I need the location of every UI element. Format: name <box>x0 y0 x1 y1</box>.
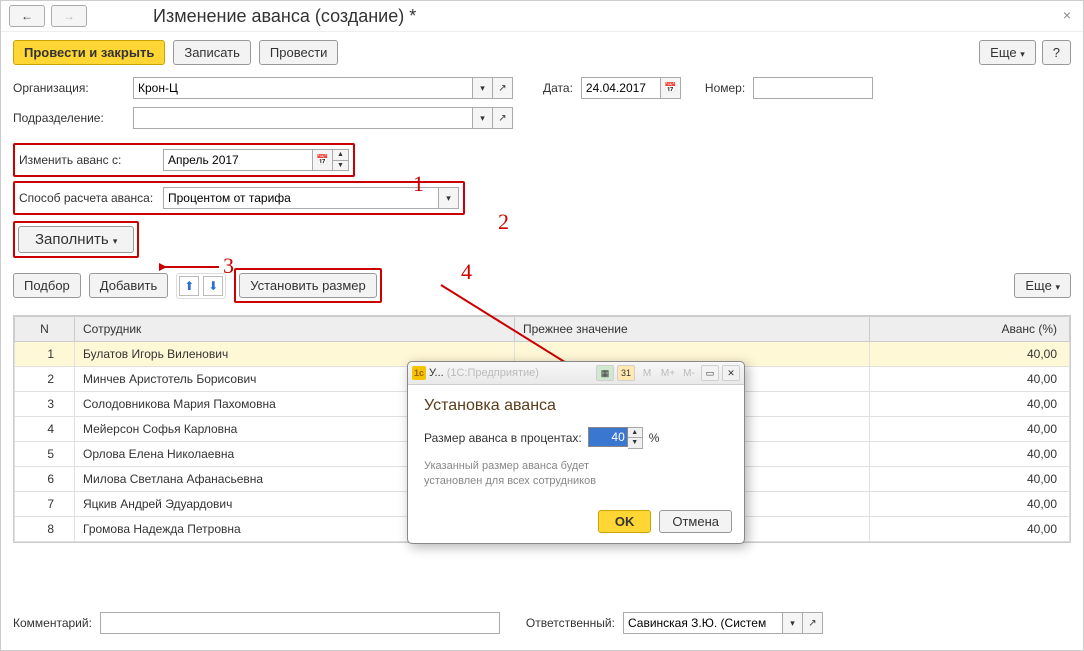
number-label: Номер: <box>705 81 745 95</box>
chevron-down-icon <box>1020 45 1025 60</box>
col-prev[interactable]: Прежнее значение <box>515 317 870 342</box>
pick-button[interactable]: Подбор <box>13 273 81 298</box>
responsible-dropdown-icon[interactable] <box>783 612 803 634</box>
responsible-input[interactable] <box>623 612 783 634</box>
write-button[interactable]: Записать <box>173 40 251 65</box>
col-employee[interactable]: Сотрудник <box>75 317 515 342</box>
fill-group: Заполнить <box>13 221 139 258</box>
org-label: Организация: <box>13 81 125 95</box>
chevron-down-icon <box>1055 278 1060 293</box>
org-input[interactable] <box>133 77 473 99</box>
annotation-1: 1 <box>413 171 424 197</box>
date-input[interactable] <box>581 77 661 99</box>
calendar-tool-icon[interactable]: 31 <box>617 365 635 381</box>
calc-tool-icon[interactable]: ▦ <box>596 365 614 381</box>
comment-input[interactable] <box>100 612 500 634</box>
dialog-titlebar[interactable]: 1c У... (1С:Предприятие) ▦ 31 M M+ M- ▭ … <box>408 362 744 385</box>
annotation-4: 4 <box>461 259 472 285</box>
fill-button[interactable]: Заполнить <box>18 226 134 253</box>
advance-size-label: Размер аванса в процентах: <box>424 431 582 445</box>
dialog-cancel-button[interactable]: Отмена <box>659 510 732 533</box>
percent-unit: % <box>649 431 660 445</box>
m-indicator: M <box>638 365 656 381</box>
dialog-ok-button[interactable]: OK <box>598 510 652 533</box>
comment-label: Комментарий: <box>13 616 92 630</box>
advance-size-input[interactable] <box>588 427 628 447</box>
move-down-button[interactable]: ⬇ <box>203 276 223 296</box>
set-advance-dialog: 1c У... (1С:Предприятие) ▦ 31 M M+ M- ▭ … <box>407 361 745 544</box>
move-up-button[interactable]: ⬆ <box>179 276 199 296</box>
dept-row: Подразделение: <box>1 103 1083 133</box>
more-button[interactable]: Еще <box>979 40 1036 65</box>
advance-size-spin[interactable]: ▲▼ <box>628 427 643 449</box>
dept-dropdown-icon[interactable] <box>473 107 493 129</box>
org-dropdown-icon[interactable] <box>473 77 493 99</box>
add-button[interactable]: Добавить <box>89 273 168 298</box>
dialog-minimize-icon[interactable]: ▭ <box>701 365 719 381</box>
back-button[interactable]: ← <box>9 5 45 27</box>
org-open-icon[interactable] <box>493 77 513 99</box>
main-window: ← → Изменение аванса (создание) * × Пров… <box>0 0 1084 651</box>
dept-input[interactable] <box>133 107 473 129</box>
help-button[interactable]: ? <box>1042 40 1071 65</box>
col-n[interactable]: N <box>15 317 75 342</box>
dialog-hint: Указанный размер аванса будет установлен… <box>424 459 728 490</box>
org-date-row: Организация: Дата: Номер: <box>1 73 1083 103</box>
responsible-open-icon[interactable] <box>803 612 823 634</box>
change-from-group: Изменить аванс с: ▲▼ <box>13 143 355 177</box>
dialog-close-icon[interactable]: ✕ <box>722 365 740 381</box>
dialog-title-short: У... <box>429 367 444 379</box>
set-size-group: Установить размер <box>234 268 382 303</box>
dialog-heading: Установка аванса <box>424 397 728 415</box>
number-input[interactable] <box>753 77 873 99</box>
calendar-icon[interactable] <box>661 77 681 99</box>
page-title: Изменение аванса (создание) * <box>153 6 416 27</box>
annotation-3: 3 <box>223 253 234 279</box>
topbar: ← → Изменение аванса (создание) * × <box>1 1 1083 32</box>
date-label: Дата: <box>543 81 573 95</box>
dept-label: Подразделение: <box>13 111 125 125</box>
annotation-2: 2 <box>498 209 509 235</box>
change-from-input[interactable] <box>163 149 313 171</box>
forward-button[interactable]: → <box>51 5 87 27</box>
dept-open-icon[interactable] <box>493 107 513 129</box>
set-size-button[interactable]: Установить размер <box>239 273 377 298</box>
command-bar: Провести и закрыть Записать Провести Еще… <box>1 32 1083 73</box>
calc-method-label: Способ расчета аванса: <box>19 191 163 205</box>
post-and-close-button[interactable]: Провести и закрыть <box>13 40 165 65</box>
change-from-label: Изменить аванс с: <box>19 153 163 167</box>
dialog-title-app: (1С:Предприятие) <box>447 367 539 379</box>
table-toolbar: Подбор Добавить ⬆ ⬇ Установить размер Ещ… <box>1 262 1083 309</box>
calc-method-input[interactable] <box>163 187 439 209</box>
move-buttons: ⬆ ⬇ <box>176 273 226 299</box>
change-from-calendar-icon[interactable] <box>313 149 333 171</box>
mplus-indicator: M+ <box>659 365 677 381</box>
change-from-spin[interactable]: ▲▼ <box>333 149 349 171</box>
responsible-label: Ответственный: <box>526 616 615 630</box>
calc-method-dropdown-icon[interactable] <box>439 187 459 209</box>
calc-method-group: Способ расчета аванса: <box>13 181 465 215</box>
table-more-button[interactable]: Еще <box>1014 273 1071 298</box>
mminus-indicator: M- <box>680 365 698 381</box>
post-button[interactable]: Провести <box>259 40 339 65</box>
col-advance[interactable]: Аванс (%) <box>870 317 1070 342</box>
app-icon: 1c <box>412 366 426 380</box>
close-icon[interactable]: × <box>1057 5 1077 25</box>
footer: Комментарий: Ответственный: <box>1 604 1083 642</box>
chevron-down-icon <box>113 231 118 248</box>
